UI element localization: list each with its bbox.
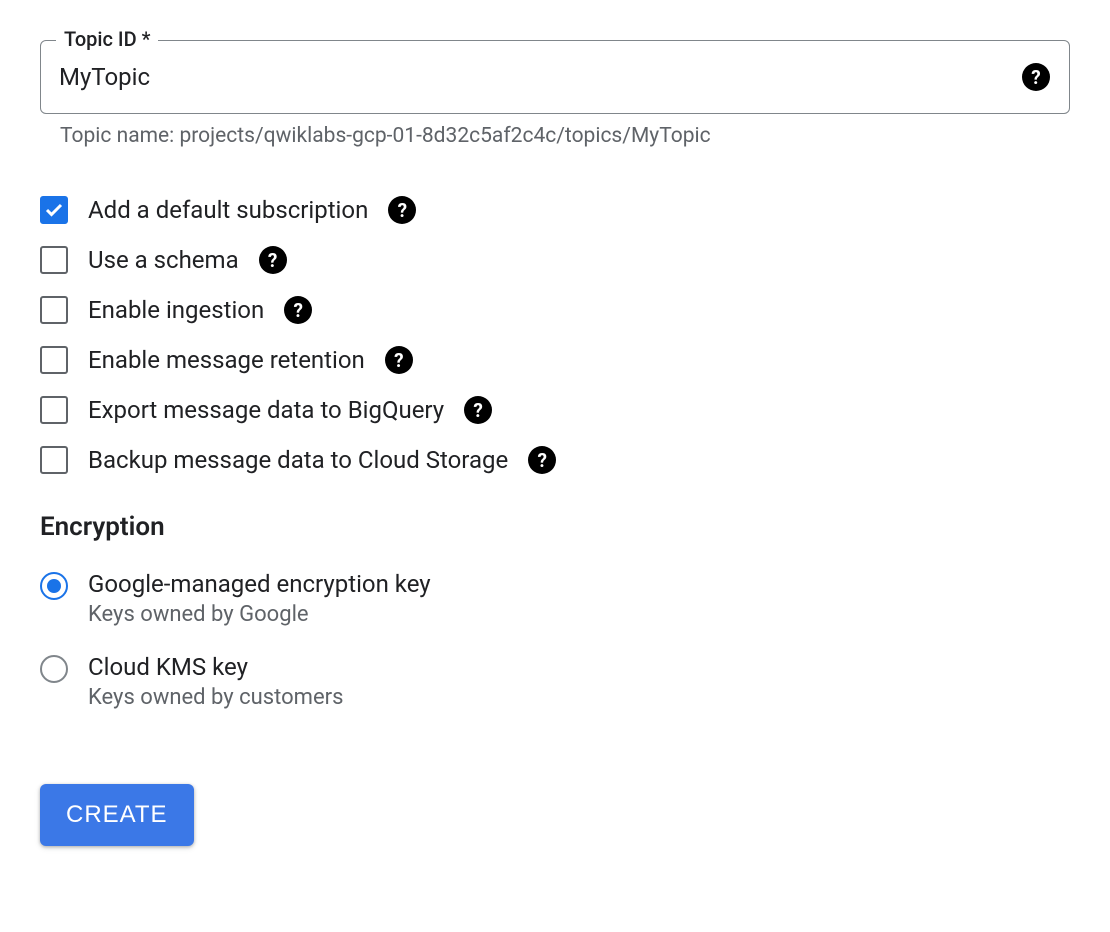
option-use-schema: Use a schema ?: [40, 246, 1070, 274]
option-enable-retention: Enable message retention ?: [40, 346, 1070, 374]
encryption-heading: Encryption: [40, 512, 1070, 542]
radio-label[interactable]: Cloud KMS key: [88, 653, 343, 681]
option-export-bigquery: Export message data to BigQuery ?: [40, 396, 1070, 424]
checkbox-export-bigquery[interactable]: [40, 396, 68, 424]
help-icon[interactable]: ?: [385, 346, 413, 374]
create-button[interactable]: CREATE: [40, 784, 194, 846]
topic-name-hint: Topic name: projects/qwiklabs-gcp-01-8d3…: [40, 124, 1070, 148]
option-backup-storage: Backup message data to Cloud Storage ?: [40, 446, 1070, 474]
topic-id-label: Topic ID *: [56, 27, 158, 51]
option-default-subscription: Add a default subscription ?: [40, 196, 1070, 224]
radio-sublabel: Keys owned by Google: [88, 602, 431, 627]
radio-text-wrapper: Google-managed encryption key Keys owned…: [88, 570, 431, 627]
checkbox-label[interactable]: Use a schema: [88, 246, 239, 274]
encryption-option-cloud-kms: Cloud KMS key Keys owned by customers: [40, 653, 1070, 710]
checkbox-label[interactable]: Add a default subscription: [88, 196, 368, 224]
help-icon[interactable]: ?: [388, 196, 416, 224]
help-icon[interactable]: ?: [284, 296, 312, 324]
option-enable-ingestion: Enable ingestion ?: [40, 296, 1070, 324]
checkbox-label[interactable]: Backup message data to Cloud Storage: [88, 446, 508, 474]
help-icon[interactable]: ?: [528, 446, 556, 474]
checkbox-label[interactable]: Enable ingestion: [88, 296, 264, 324]
encryption-option-google-managed: Google-managed encryption key Keys owned…: [40, 570, 1070, 627]
help-icon[interactable]: ?: [259, 246, 287, 274]
radio-google-managed[interactable]: [40, 572, 68, 600]
checkbox-label[interactable]: Export message data to BigQuery: [88, 396, 444, 424]
checkbox-backup-storage[interactable]: [40, 446, 68, 474]
radio-cloud-kms[interactable]: [40, 655, 68, 683]
checkbox-label[interactable]: Enable message retention: [88, 346, 365, 374]
radio-text-wrapper: Cloud KMS key Keys owned by customers: [88, 653, 343, 710]
help-icon[interactable]: ?: [464, 396, 492, 424]
topic-id-field-wrapper: Topic ID * ?: [40, 40, 1070, 114]
checkbox-default-subscription[interactable]: [40, 196, 68, 224]
topic-id-input[interactable]: [40, 40, 1070, 114]
radio-sublabel: Keys owned by customers: [88, 685, 343, 710]
checkbox-enable-retention[interactable]: [40, 346, 68, 374]
checkbox-use-schema[interactable]: [40, 246, 68, 274]
help-icon[interactable]: ?: [1022, 63, 1050, 91]
checkbox-enable-ingestion[interactable]: [40, 296, 68, 324]
radio-label[interactable]: Google-managed encryption key: [88, 570, 431, 598]
